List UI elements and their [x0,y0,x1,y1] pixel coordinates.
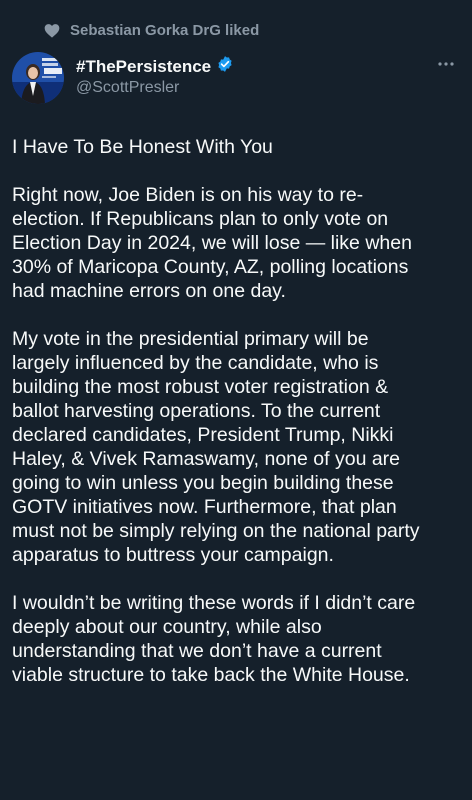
more-options-icon[interactable] [432,52,460,76]
heart-icon [44,23,60,38]
tweet-paragraph-title: I Have To Be Honest With You [12,136,273,158]
author-name-line[interactable]: #ThePersistence [76,55,234,78]
author-display-name[interactable]: #ThePersistence [76,57,211,77]
social-context[interactable]: Sebastian Gorka DrG liked [44,19,259,41]
tweet-text: I Have To Be Honest With You Right now, … [12,135,468,711]
tweet-paragraph-2: My vote in the presidential primary will… [12,328,420,566]
verified-badge-icon [216,55,234,78]
tweet-paragraph-3: I wouldn’t be writing these words if I d… [12,592,416,686]
tweet-paragraph-1: Right now, Joe Biden is on his way to re… [12,184,412,302]
social-context-text: Sebastian Gorka DrG liked [70,21,260,39]
avatar[interactable] [12,52,64,104]
author-handle[interactable]: @ScottPresler [76,79,179,97]
tweet-header: #ThePersistence @ScottPresler [12,52,460,106]
